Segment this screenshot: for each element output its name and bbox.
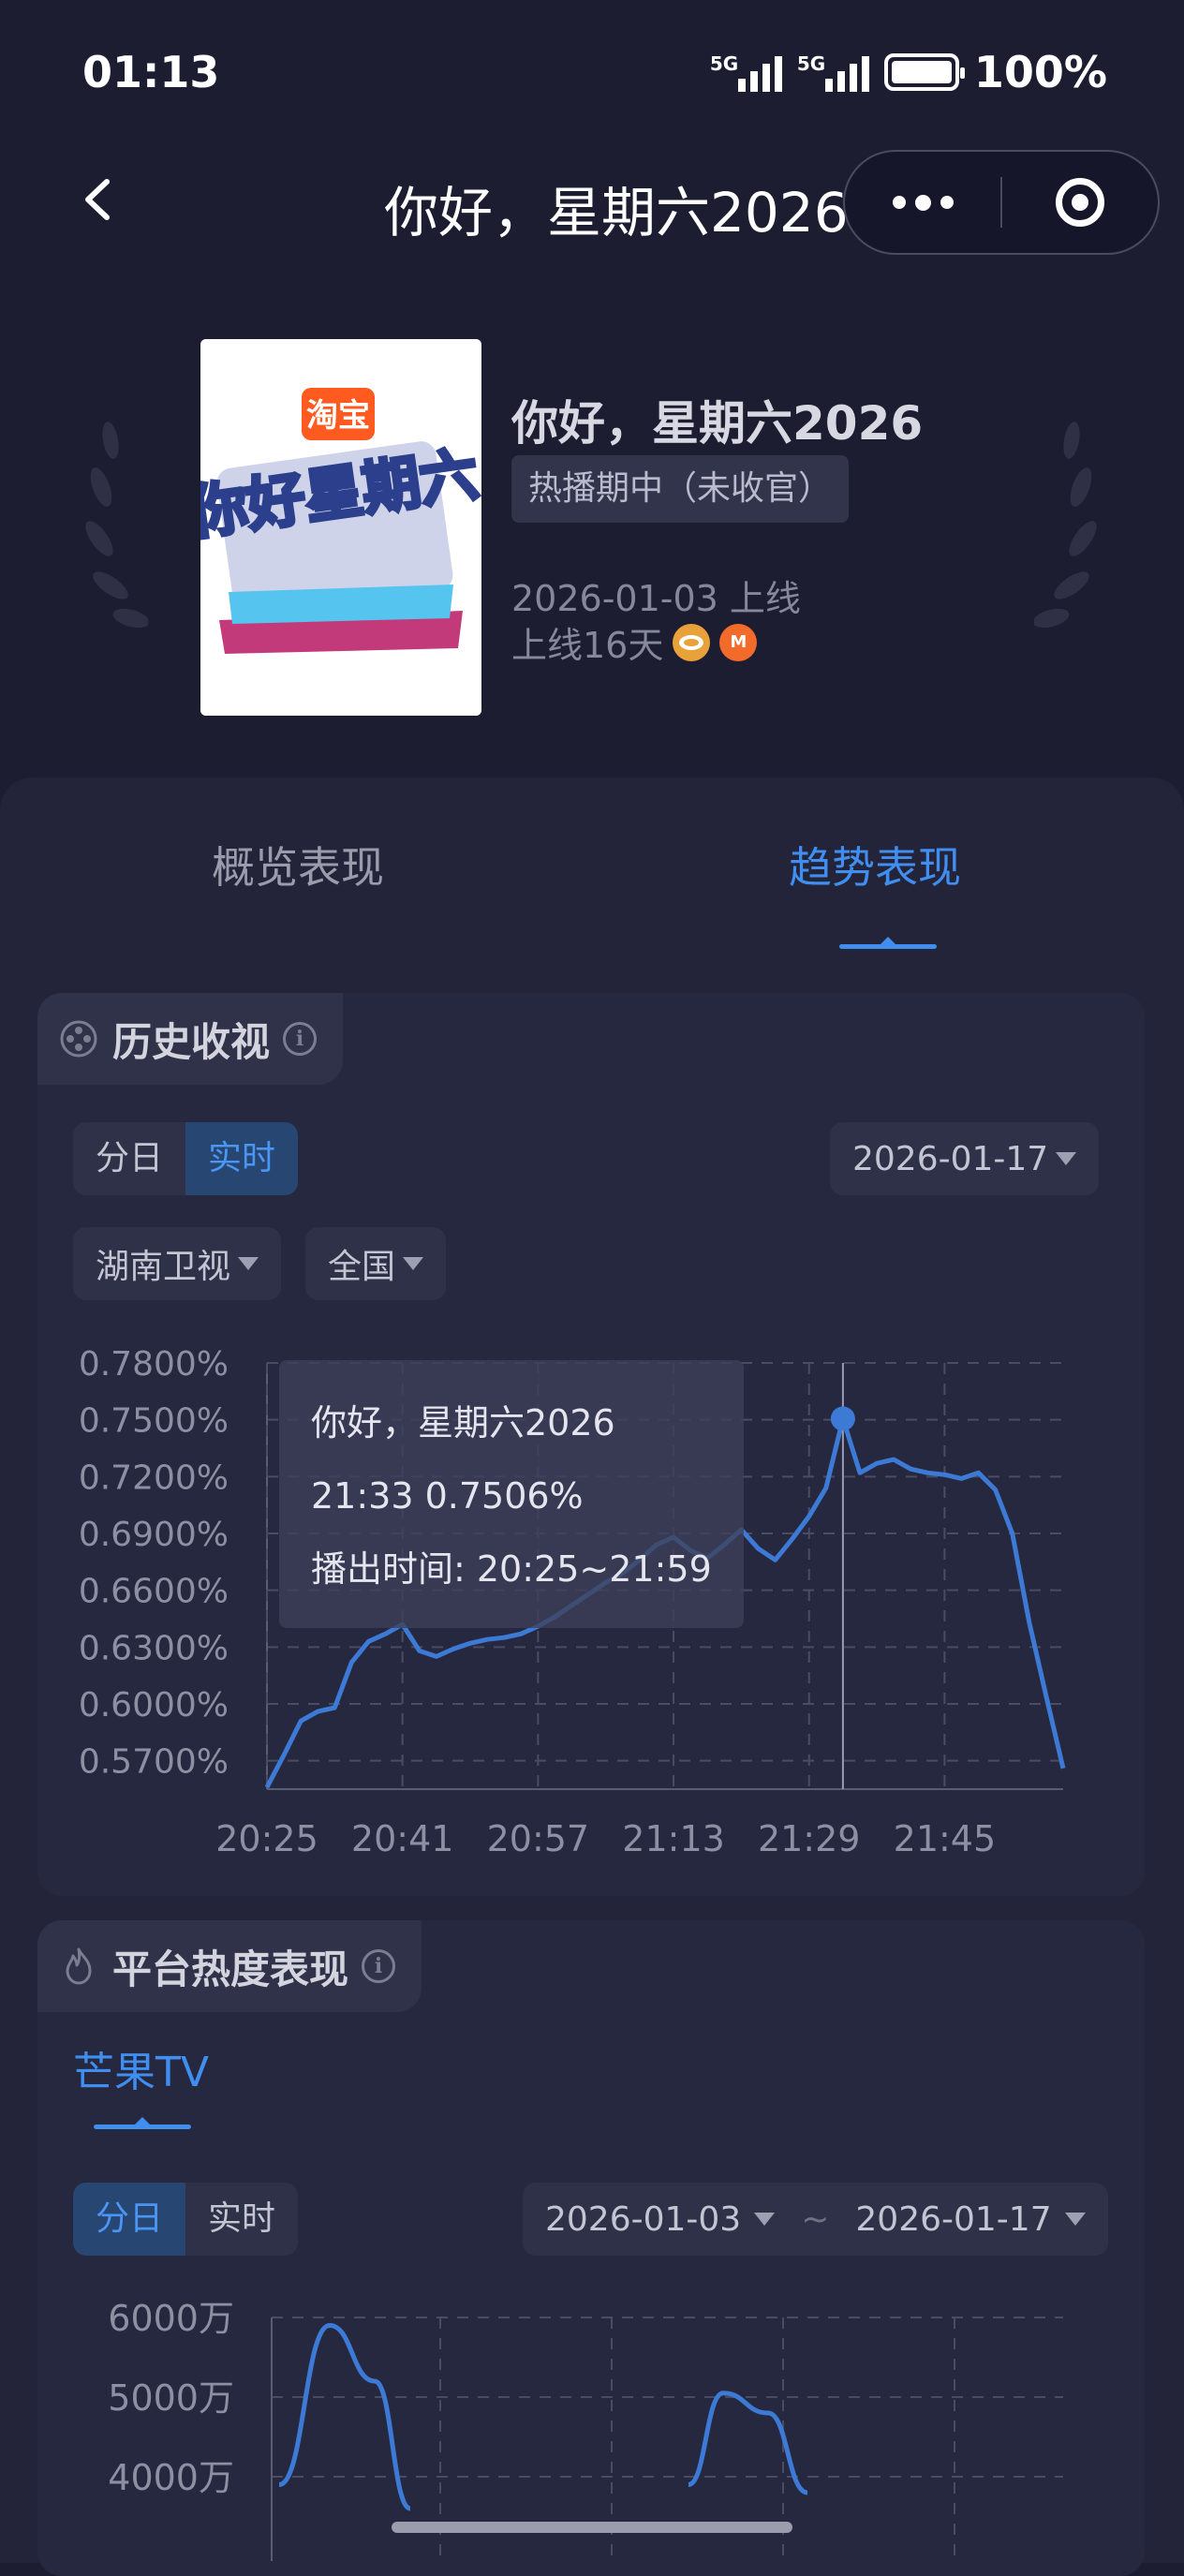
y-tick-label: 5000万 <box>108 2377 234 2419</box>
y-tick-label: 6000万 <box>108 2298 234 2339</box>
heat-line <box>688 2391 808 2495</box>
y-tick-label: 4000万 <box>108 2457 234 2498</box>
home-indicator[interactable] <box>392 2522 792 2533</box>
heat-chart-svg: 6000万 5000万 4000万 <box>108 2298 1063 2561</box>
heat-line <box>278 2322 412 2511</box>
